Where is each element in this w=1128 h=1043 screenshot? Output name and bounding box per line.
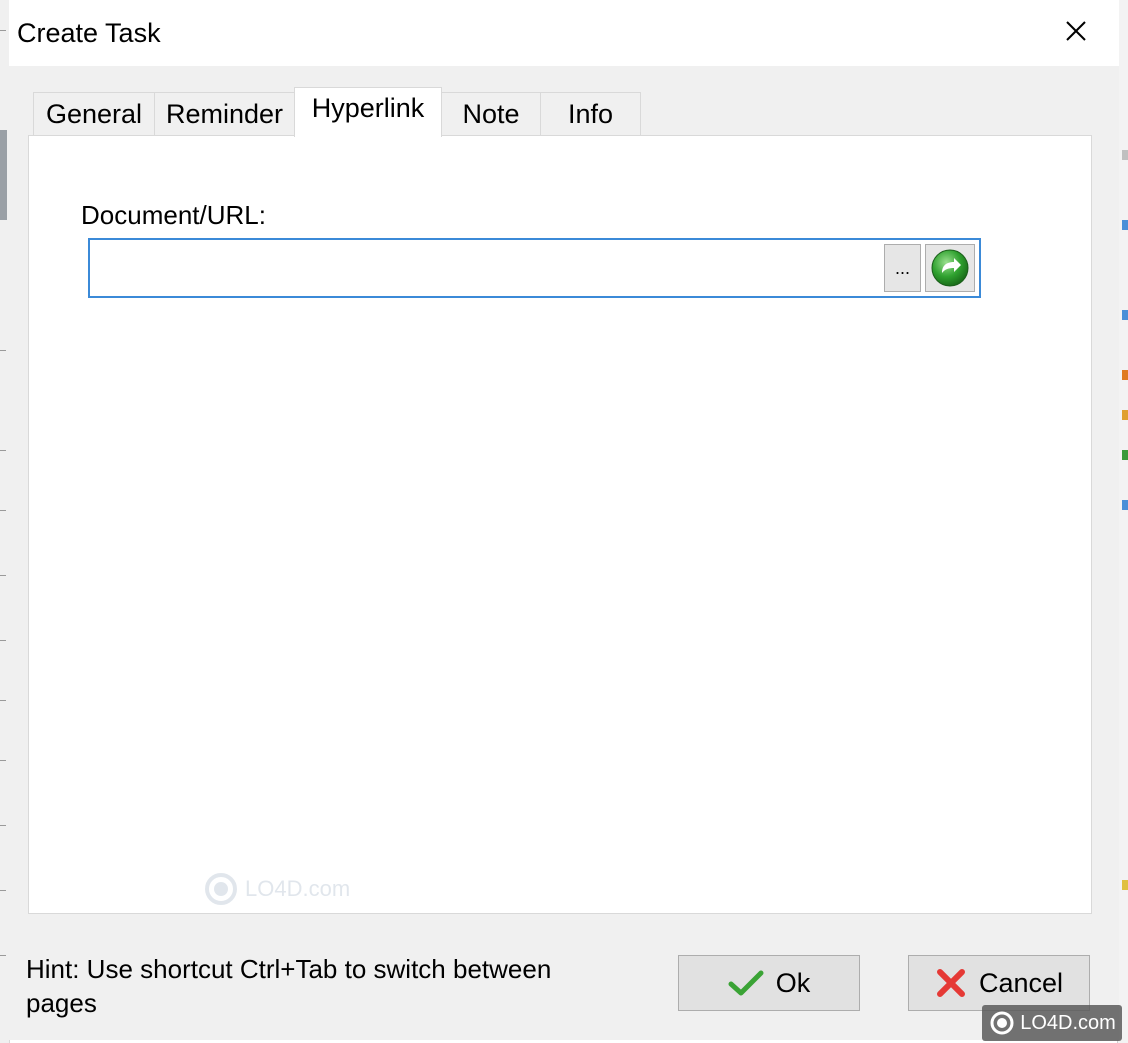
tab-strip: General Reminder Hyperlink Note Info <box>33 87 641 137</box>
watermark-badge: LO4D.com <box>982 1005 1122 1041</box>
dialog-client-area: General Reminder Hyperlink Note Info Doc… <box>9 66 1119 1040</box>
close-icon <box>1066 21 1086 41</box>
hint-text: Hint: Use shortcut Ctrl+Tab to switch be… <box>26 954 552 1018</box>
hyperlink-tab-panel: Document/URL: ... LO4D.com <box>28 135 1092 914</box>
lo4d-logo-icon <box>205 873 237 905</box>
browse-button[interactable]: ... <box>884 244 921 292</box>
document-url-label: Document/URL: <box>81 200 266 230</box>
window-title: Create Task <box>17 18 161 48</box>
red-x-icon <box>935 967 967 999</box>
cancel-button-label: Cancel <box>978 967 1064 998</box>
watermark-text: LO4D.com <box>245 876 351 901</box>
ok-button[interactable]: Ok <box>678 955 860 1011</box>
tab-reminder[interactable]: Reminder <box>154 92 295 136</box>
checkmark-icon <box>728 969 764 997</box>
close-button[interactable] <box>1059 14 1093 48</box>
tab-general[interactable]: General <box>33 92 155 136</box>
tab-hyperlink[interactable]: Hyperlink <box>294 87 442 137</box>
tab-info[interactable]: Info <box>540 92 641 136</box>
open-link-button[interactable] <box>925 244 975 292</box>
lo4d-badge-icon <box>990 1011 1014 1035</box>
cancel-button[interactable]: Cancel <box>908 955 1090 1011</box>
document-url-field: ... <box>88 238 981 298</box>
tab-note[interactable]: Note <box>441 92 541 136</box>
ok-button-label: Ok <box>775 967 811 998</box>
document-url-input[interactable] <box>94 244 878 294</box>
watermark-badge-text: LO4D.com <box>1020 1011 1116 1034</box>
create-task-dialog: Create Task General Reminder Hyperlink N… <box>0 0 1128 1043</box>
title-bar: Create Task <box>9 0 1119 66</box>
watermark-logo: LO4D.com <box>201 872 350 906</box>
green-go-arrow-icon <box>931 249 969 287</box>
